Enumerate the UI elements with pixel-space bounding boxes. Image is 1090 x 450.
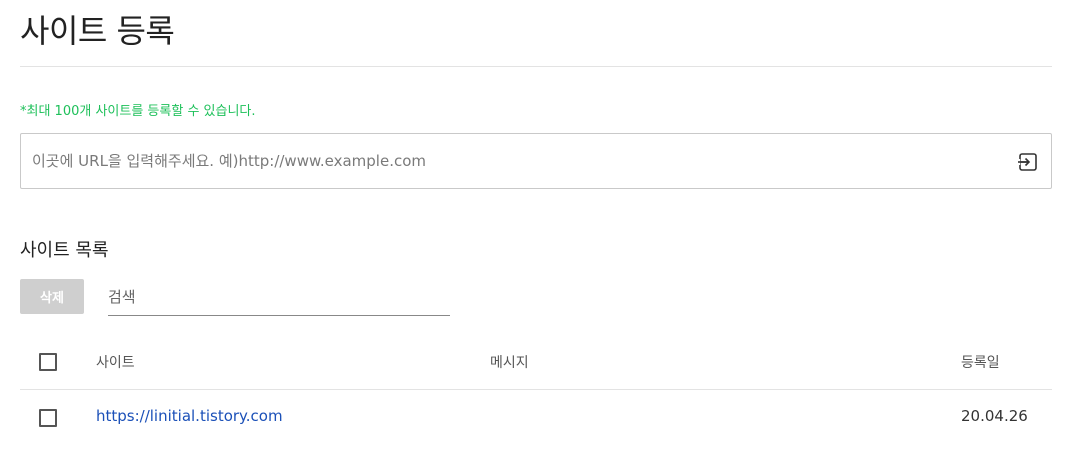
register-submit-button[interactable] <box>1017 151 1039 173</box>
page-title: 사이트 등록 <box>20 12 175 50</box>
url-input[interactable] <box>32 134 992 188</box>
site-link[interactable]: https://linitial.tistory.com <box>96 407 283 425</box>
table-header-row: 사이트 메시지 등록일 <box>20 334 1052 390</box>
site-list-title: 사이트 목록 <box>20 240 109 261</box>
column-header-date: 등록일 <box>961 355 1000 371</box>
row-date: 20.04.26 <box>961 407 1028 425</box>
search-field <box>108 280 450 316</box>
table-row: https://linitial.tistory.com 20.04.26 <box>20 390 1052 444</box>
select-all-checkbox[interactable] <box>39 353 57 371</box>
row-checkbox[interactable] <box>39 409 57 427</box>
enter-icon <box>1018 153 1037 171</box>
search-input[interactable] <box>108 280 450 314</box>
column-header-site: 사이트 <box>96 355 135 371</box>
url-register-box <box>20 133 1052 189</box>
column-header-message: 메시지 <box>490 355 529 371</box>
title-divider <box>20 66 1052 67</box>
delete-button[interactable]: 삭제 <box>20 279 84 314</box>
limit-note: *최대 100개 사이트를 등록할 수 있습니다. <box>20 104 256 119</box>
site-table: 사이트 메시지 등록일 <box>20 334 1052 390</box>
